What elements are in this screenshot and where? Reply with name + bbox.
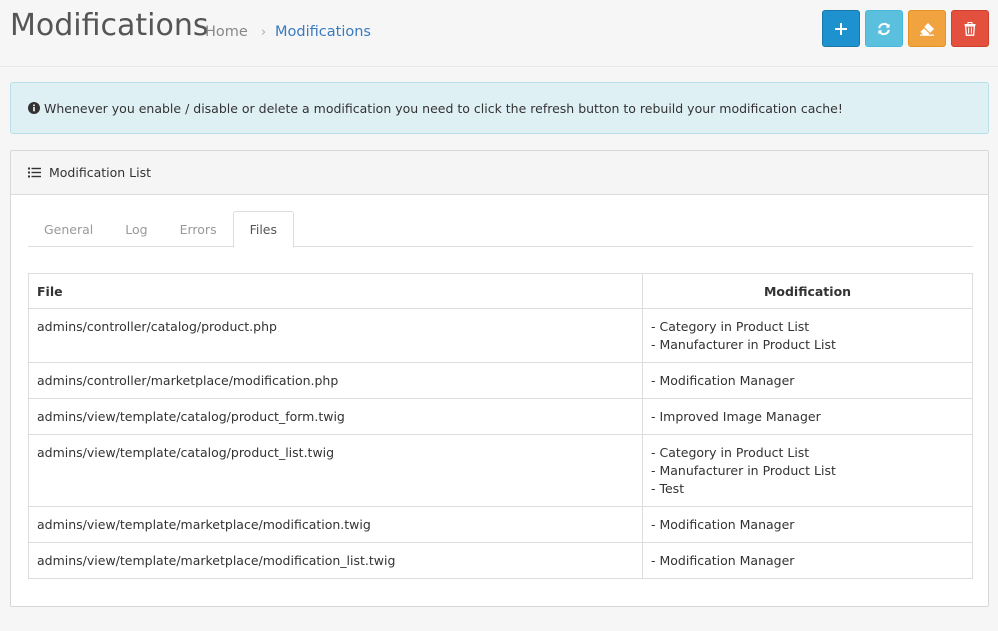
trash-icon bbox=[964, 21, 976, 36]
page-header: Modifications Home › Modifications bbox=[0, 0, 998, 67]
tab-bar: General Log Errors Files bbox=[28, 211, 973, 248]
table-row: admins/view/template/marketplace/modific… bbox=[28, 506, 973, 543]
plus-icon bbox=[835, 22, 847, 35]
file-cell: admins/view/template/marketplace/modific… bbox=[28, 542, 643, 579]
table-row: admins/controller/marketplace/modificati… bbox=[28, 362, 973, 399]
file-cell: admins/view/template/catalog/product_lis… bbox=[28, 434, 643, 507]
modification-cell: - Category in Product List - Manufacture… bbox=[642, 308, 973, 363]
file-cell: admins/controller/catalog/product.php bbox=[28, 308, 643, 363]
modification-list-panel: Modification List General Log Errors Fil… bbox=[10, 150, 989, 607]
modification-item: - Modification Manager bbox=[651, 553, 795, 568]
breadcrumb: Home › Modifications bbox=[205, 24, 371, 40]
action-buttons bbox=[822, 10, 989, 47]
eraser-icon bbox=[919, 22, 934, 36]
modification-cell: - Modification Manager bbox=[642, 542, 973, 579]
breadcrumb-current-link[interactable]: Modifications bbox=[275, 24, 371, 40]
modification-item: - Modification Manager bbox=[651, 517, 795, 532]
modification-item: - Manufacturer in Product List bbox=[651, 463, 836, 478]
panel-title: Modification List bbox=[49, 165, 152, 180]
modification-item: - Manufacturer in Product List bbox=[651, 337, 836, 352]
modification-item: - Category in Product List bbox=[651, 319, 810, 334]
modification-item: - Modification Manager bbox=[651, 373, 795, 388]
table-row: admins/view/template/marketplace/modific… bbox=[28, 542, 973, 579]
modification-cell: - Improved Image Manager bbox=[642, 398, 973, 435]
modification-cell: - Modification Manager bbox=[642, 362, 973, 399]
page-title: Modifications bbox=[10, 8, 209, 43]
list-icon bbox=[28, 167, 41, 178]
modification-cell: - Modification Manager bbox=[642, 506, 973, 543]
file-cell: admins/view/template/marketplace/modific… bbox=[28, 506, 643, 543]
panel-heading: Modification List bbox=[11, 151, 988, 195]
table-row: admins/view/template/catalog/product_for… bbox=[28, 398, 973, 435]
refresh-button[interactable] bbox=[865, 10, 903, 47]
column-header-modification: Modification bbox=[642, 273, 973, 309]
column-header-file: File bbox=[28, 273, 643, 309]
alert-text: Whenever you enable / disable or delete … bbox=[44, 100, 843, 116]
tab-errors[interactable]: Errors bbox=[164, 211, 233, 247]
table-row: admins/controller/catalog/product.php - … bbox=[28, 308, 973, 363]
info-alert: Whenever you enable / disable or delete … bbox=[10, 82, 989, 134]
tab-general[interactable]: General bbox=[28, 211, 109, 247]
breadcrumb-home-link[interactable]: Home bbox=[205, 24, 248, 40]
modification-cell: - Category in Product List - Manufacture… bbox=[642, 434, 973, 507]
file-cell: admins/controller/marketplace/modificati… bbox=[28, 362, 643, 399]
tab-files[interactable]: Files bbox=[232, 211, 295, 248]
delete-button[interactable] bbox=[951, 10, 989, 47]
file-cell: admins/view/template/catalog/product_for… bbox=[28, 398, 643, 435]
refresh-icon bbox=[878, 22, 890, 35]
modification-item: - Test bbox=[651, 481, 685, 496]
clear-cache-button[interactable] bbox=[908, 10, 946, 47]
table-row: admins/view/template/catalog/product_lis… bbox=[28, 434, 973, 507]
files-table: File Modification admins/controller/cata… bbox=[28, 273, 973, 579]
tab-log[interactable]: Log bbox=[109, 211, 163, 247]
table-header-row: File Modification bbox=[28, 273, 973, 309]
info-circle-icon bbox=[28, 102, 40, 114]
modification-item: - Category in Product List bbox=[651, 445, 810, 460]
modification-item: - Improved Image Manager bbox=[651, 409, 821, 424]
add-button[interactable] bbox=[822, 10, 860, 47]
breadcrumb-separator: › bbox=[260, 24, 267, 40]
